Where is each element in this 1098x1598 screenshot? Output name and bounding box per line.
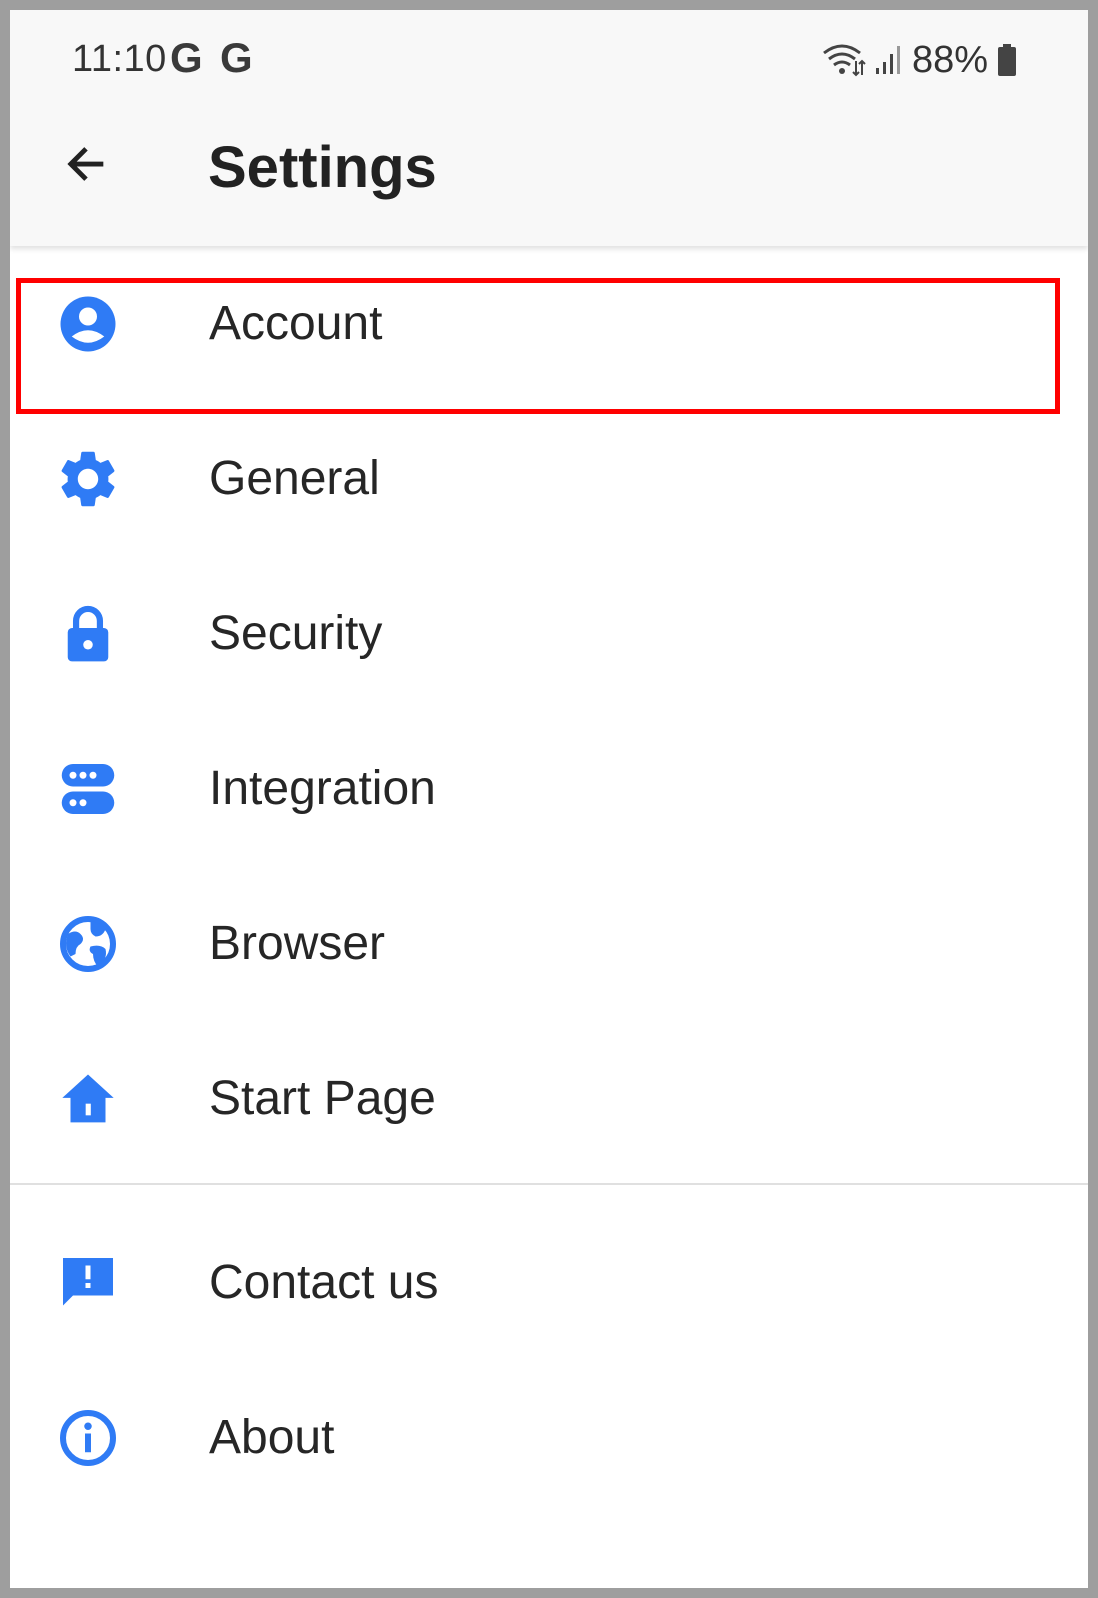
settings-list: Account General Security Integration Bro… [10, 246, 1088, 1515]
settings-item-label: Contact us [209, 1255, 439, 1309]
dns-icon [54, 755, 122, 823]
settings-item-label: Browser [209, 916, 386, 970]
settings-screen: 11:10 G G 88% Settings Account General S… [10, 10, 1088, 1588]
google-notification-icon: G [170, 34, 203, 81]
info-icon [54, 1404, 122, 1472]
settings-item-account[interactable]: Account [10, 246, 1088, 401]
signal-icon [875, 46, 900, 74]
settings-item-browser[interactable]: Browser [10, 866, 1088, 1021]
settings-item-label: Integration [209, 761, 436, 815]
status-indicators: 88% [822, 38, 1018, 82]
battery-icon [998, 44, 1016, 76]
battery-percent: 88% [911, 38, 988, 81]
settings-item-integration[interactable]: Integration [10, 711, 1088, 866]
settings-item-start-page[interactable]: Start Page [10, 1021, 1088, 1176]
app-bar: Settings [10, 110, 1088, 246]
settings-item-about[interactable]: About [10, 1360, 1088, 1515]
section-divider [10, 1183, 1088, 1185]
settings-item-general[interactable]: General [10, 401, 1088, 556]
settings-item-contact-us[interactable]: Contact us [10, 1205, 1088, 1360]
settings-item-label: Start Page [209, 1071, 436, 1125]
back-button[interactable] [54, 132, 118, 196]
account-circle-icon [54, 290, 122, 358]
page-title: Settings [208, 135, 437, 200]
gear-icon [54, 445, 122, 513]
top-area: 11:10 G G 88% Settings [10, 10, 1088, 246]
settings-item-security[interactable]: Security [10, 556, 1088, 711]
lock-icon [54, 600, 122, 668]
wifi-icon [823, 44, 866, 77]
google-notification-icon: G [220, 34, 253, 81]
settings-item-label: About [209, 1410, 335, 1464]
settings-item-label: General [209, 451, 380, 505]
settings-item-label: Security [209, 606, 383, 660]
globe-icon [54, 910, 122, 978]
status-time: 11:10 [72, 38, 167, 80]
status-bar: 11:10 G G 88% [10, 10, 1088, 110]
settings-item-label: Account [209, 296, 383, 350]
home-icon [54, 1065, 122, 1133]
arrow-left-icon [67, 147, 104, 181]
feedback-icon [54, 1249, 122, 1317]
